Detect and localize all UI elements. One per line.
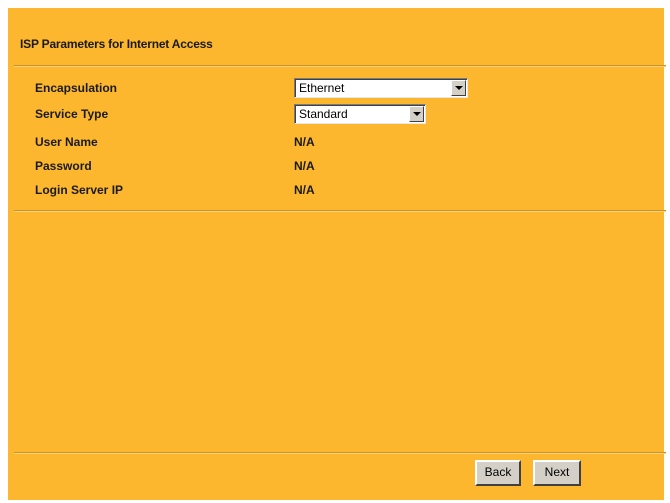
top-divider [14, 65, 666, 67]
back-button[interactable]: Back [475, 460, 521, 486]
login-server-ip-row: Login Server IP N/A [35, 180, 635, 202]
content-divider [14, 210, 666, 212]
password-row: Password N/A [35, 156, 635, 178]
login-server-ip-label: Login Server IP [35, 183, 124, 197]
next-button[interactable]: Next [533, 460, 581, 486]
user-name-label: User Name [35, 135, 98, 149]
service-type-select[interactable]: Standard [294, 104, 426, 124]
password-label: Password [35, 159, 92, 173]
encapsulation-row: Encapsulation Ethernet [35, 78, 635, 100]
encapsulation-dropdown-button[interactable] [451, 80, 466, 96]
chevron-down-icon [413, 112, 421, 116]
service-type-selected-value: Standard [299, 107, 348, 121]
chevron-down-icon [455, 86, 463, 90]
encapsulation-label: Encapsulation [35, 81, 118, 95]
login-server-ip-value: N/A [294, 183, 315, 197]
user-name-row: User Name N/A [35, 132, 635, 154]
service-type-dropdown-button[interactable] [409, 106, 424, 122]
password-value: N/A [294, 159, 315, 173]
page-title: ISP Parameters for Internet Access [20, 37, 213, 51]
wizard-panel: ISP Parameters for Internet Access Encap… [8, 8, 666, 500]
service-type-label: Service Type [35, 107, 109, 121]
footer-divider [14, 452, 666, 454]
user-name-value: N/A [294, 135, 315, 149]
encapsulation-select[interactable]: Ethernet [294, 78, 468, 98]
service-type-row: Service Type Standard [35, 104, 635, 126]
encapsulation-selected-value: Ethernet [299, 81, 345, 95]
